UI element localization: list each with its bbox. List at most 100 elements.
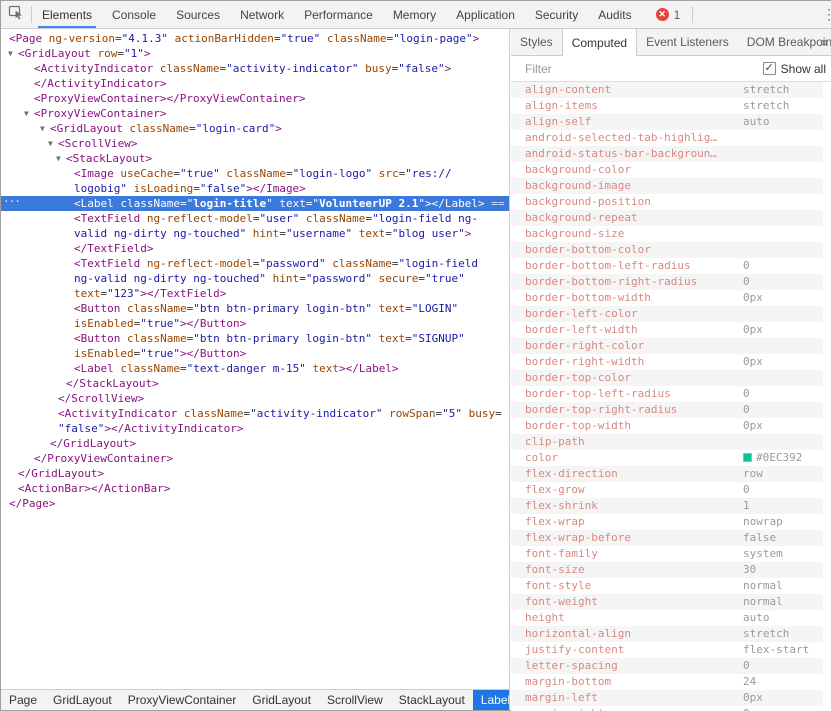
tab-console[interactable]: Console bbox=[102, 1, 166, 28]
crumb-gridlayout[interactable]: GridLayout bbox=[45, 690, 120, 710]
computed-property-row[interactable]: android-status-bar-backgroun… bbox=[511, 146, 823, 162]
tree-node-line[interactable]: </GridLayout> bbox=[1, 466, 509, 481]
inspect-element-button[interactable] bbox=[1, 1, 31, 28]
tree-node-line[interactable]: <ActivityIndicator className="activity-i… bbox=[1, 406, 509, 421]
computed-property-row[interactable]: font-size30 bbox=[511, 562, 823, 578]
sidebar-tab-event-listeners[interactable]: Event Listeners bbox=[637, 29, 738, 55]
tab-performance[interactable]: Performance bbox=[294, 1, 383, 28]
tab-security[interactable]: Security bbox=[525, 1, 588, 28]
tree-node-line[interactable]: <Label className="text-danger m-15" text… bbox=[1, 361, 509, 376]
tree-node-line[interactable]: </StackLayout> bbox=[1, 376, 509, 391]
tree-node-line[interactable]: </ProxyViewContainer> bbox=[1, 451, 509, 466]
computed-property-row[interactable]: flex-wrapnowrap bbox=[511, 514, 823, 530]
tree-node-line[interactable]: isEnabled="true"></Button> bbox=[1, 346, 509, 361]
computed-property-row[interactable]: border-bottom-color bbox=[511, 242, 823, 258]
computed-property-row[interactable]: flex-grow0 bbox=[511, 482, 823, 498]
computed-property-row[interactable]: background-image bbox=[511, 178, 823, 194]
computed-property-row[interactable]: justify-contentflex-start bbox=[511, 642, 823, 658]
computed-property-row[interactable]: flex-shrink1 bbox=[511, 498, 823, 514]
tab-application[interactable]: Application bbox=[446, 1, 525, 28]
expander-arrow-icon[interactable]: ▼ bbox=[24, 106, 34, 121]
console-error-indicator[interactable]: ✕ 1 bbox=[656, 1, 681, 28]
computed-property-row[interactable]: border-top-left-radius0 bbox=[511, 386, 823, 402]
computed-property-row[interactable]: heightauto bbox=[511, 610, 823, 626]
elements-tree-panel[interactable]: <Page ng-version="4.1.3" actionBarHidden… bbox=[1, 29, 510, 691]
computed-property-row[interactable]: color#0EC392 bbox=[511, 450, 823, 466]
tree-node-line[interactable]: <Image useCache="true" className="login-… bbox=[1, 166, 509, 181]
computed-property-row[interactable]: border-bottom-width0px bbox=[511, 290, 823, 306]
computed-property-row[interactable]: align-itemsstretch bbox=[511, 98, 823, 114]
tab-sources[interactable]: Sources bbox=[166, 1, 230, 28]
tree-node-line[interactable]: </TextField> bbox=[1, 241, 509, 256]
computed-property-row[interactable]: letter-spacing0 bbox=[511, 658, 823, 674]
tree-node-line[interactable]: ▼<StackLayout> bbox=[1, 151, 509, 166]
computed-property-row[interactable]: border-bottom-left-radius0 bbox=[511, 258, 823, 274]
tree-node-line[interactable]: <ActivityIndicator className="activity-i… bbox=[1, 61, 509, 76]
tree-node-line[interactable]: ng-valid ng-dirty ng-touched" hint="pass… bbox=[1, 271, 509, 286]
computed-property-row[interactable]: flex-directionrow bbox=[511, 466, 823, 482]
filter-input[interactable] bbox=[525, 62, 763, 76]
tab-memory[interactable]: Memory bbox=[383, 1, 446, 28]
tree-node-line[interactable]: "false"></ActivityIndicator> bbox=[1, 421, 509, 436]
sidebar-tab-dom-breakpoints[interactable]: DOM Breakpoints bbox=[738, 29, 831, 55]
crumb-page[interactable]: Page bbox=[1, 690, 45, 710]
computed-property-row[interactable]: border-top-width0px bbox=[511, 418, 823, 434]
tree-node-line[interactable]: </ScrollView> bbox=[1, 391, 509, 406]
sidebar-tab-styles[interactable]: Styles bbox=[511, 29, 562, 55]
tree-node-line[interactable]: <ProxyViewContainer></ProxyViewContainer… bbox=[1, 91, 509, 106]
expander-arrow-icon[interactable]: ▼ bbox=[56, 151, 66, 166]
crumb-scrollview[interactable]: ScrollView bbox=[319, 690, 391, 710]
node-menu-icon[interactable]: ··· bbox=[3, 194, 20, 209]
tree-node-line[interactable]: valid ng-dirty ng-touched" hint="usernam… bbox=[1, 226, 509, 241]
tree-node-line[interactable]: logobig" isLoading="false"></Image> bbox=[1, 181, 509, 196]
crumb-stacklayout[interactable]: StackLayout bbox=[391, 690, 473, 710]
computed-property-row[interactable]: font-stylenormal bbox=[511, 578, 823, 594]
tab-audits[interactable]: Audits bbox=[588, 1, 641, 28]
computed-property-row[interactable]: background-position bbox=[511, 194, 823, 210]
tree-node-line[interactable]: <ActionBar></ActionBar> bbox=[1, 481, 509, 496]
computed-property-row[interactable]: border-right-color bbox=[511, 338, 823, 354]
expander-arrow-icon[interactable]: ▼ bbox=[40, 121, 50, 136]
tree-node-line[interactable]: <Page ng-version="4.1.3" actionBarHidden… bbox=[1, 31, 509, 46]
computed-property-row[interactable]: border-left-color bbox=[511, 306, 823, 322]
tree-node-line[interactable]: text="123"></TextField> bbox=[1, 286, 509, 301]
computed-property-row[interactable]: horizontal-alignstretch bbox=[511, 626, 823, 642]
tree-node-line[interactable]: <TextField ng-reflect-model="password" c… bbox=[1, 256, 509, 271]
sidebar-tab-computed[interactable]: Computed bbox=[562, 29, 637, 56]
computed-property-row[interactable]: border-right-width0px bbox=[511, 354, 823, 370]
computed-property-row[interactable]: border-left-width0px bbox=[511, 322, 823, 338]
tree-node-line[interactable]: isEnabled="true"></Button> bbox=[1, 316, 509, 331]
computed-property-row[interactable]: background-repeat bbox=[511, 210, 823, 226]
computed-property-row[interactable]: android-selected-tab-highlig… bbox=[511, 130, 823, 146]
tree-node-line[interactable]: <TextField ng-reflect-model="user" class… bbox=[1, 211, 509, 226]
crumb-proxyviewcontainer[interactable]: ProxyViewContainer bbox=[120, 690, 245, 710]
more-options-button[interactable]: ⋮ bbox=[816, 1, 831, 28]
expander-arrow-icon[interactable]: ▼ bbox=[8, 46, 18, 61]
tree-node-line[interactable]: </ActivityIndicator> bbox=[1, 76, 509, 91]
tab-elements[interactable]: Elements bbox=[32, 1, 102, 28]
computed-property-row[interactable]: background-color bbox=[511, 162, 823, 178]
tree-node-line[interactable]: </Page> bbox=[1, 496, 509, 511]
computed-property-row[interactable]: font-familysystem bbox=[511, 546, 823, 562]
tree-node-selected[interactable]: ···<Label className="login-title" text="… bbox=[1, 196, 509, 211]
tree-node-line[interactable]: ▼<ScrollView> bbox=[1, 136, 509, 151]
tree-node-line[interactable]: <Button className="btn btn-primary login… bbox=[1, 331, 509, 346]
tree-node-line[interactable]: </GridLayout> bbox=[1, 436, 509, 451]
computed-property-row[interactable]: border-bottom-right-radius0 bbox=[511, 274, 823, 290]
computed-property-row[interactable]: background-size bbox=[511, 226, 823, 242]
tree-node-line[interactable]: ▼<GridLayout row="1"> bbox=[1, 46, 509, 61]
tab-network[interactable]: Network bbox=[230, 1, 294, 28]
color-swatch[interactable] bbox=[743, 453, 752, 462]
tree-node-line[interactable]: ▼<ProxyViewContainer> bbox=[1, 106, 509, 121]
computed-property-row[interactable]: margin-bottom24 bbox=[511, 674, 823, 690]
computed-property-row[interactable]: margin-right0 bbox=[511, 706, 823, 711]
computed-property-row[interactable]: border-top-right-radius0 bbox=[511, 402, 823, 418]
crumb-label[interactable]: Label bbox=[473, 690, 510, 710]
tab-overflow-chevron-icon[interactable]: » bbox=[821, 29, 828, 55]
expander-arrow-icon[interactable]: ▼ bbox=[48, 136, 58, 151]
show-all-checkbox[interactable]: ✓ bbox=[763, 62, 776, 75]
computed-property-row[interactable]: flex-wrap-beforefalse bbox=[511, 530, 823, 546]
computed-property-row[interactable]: align-contentstretch bbox=[511, 82, 823, 98]
computed-property-row[interactable]: align-selfauto bbox=[511, 114, 823, 130]
computed-property-row[interactable]: border-top-color bbox=[511, 370, 823, 386]
